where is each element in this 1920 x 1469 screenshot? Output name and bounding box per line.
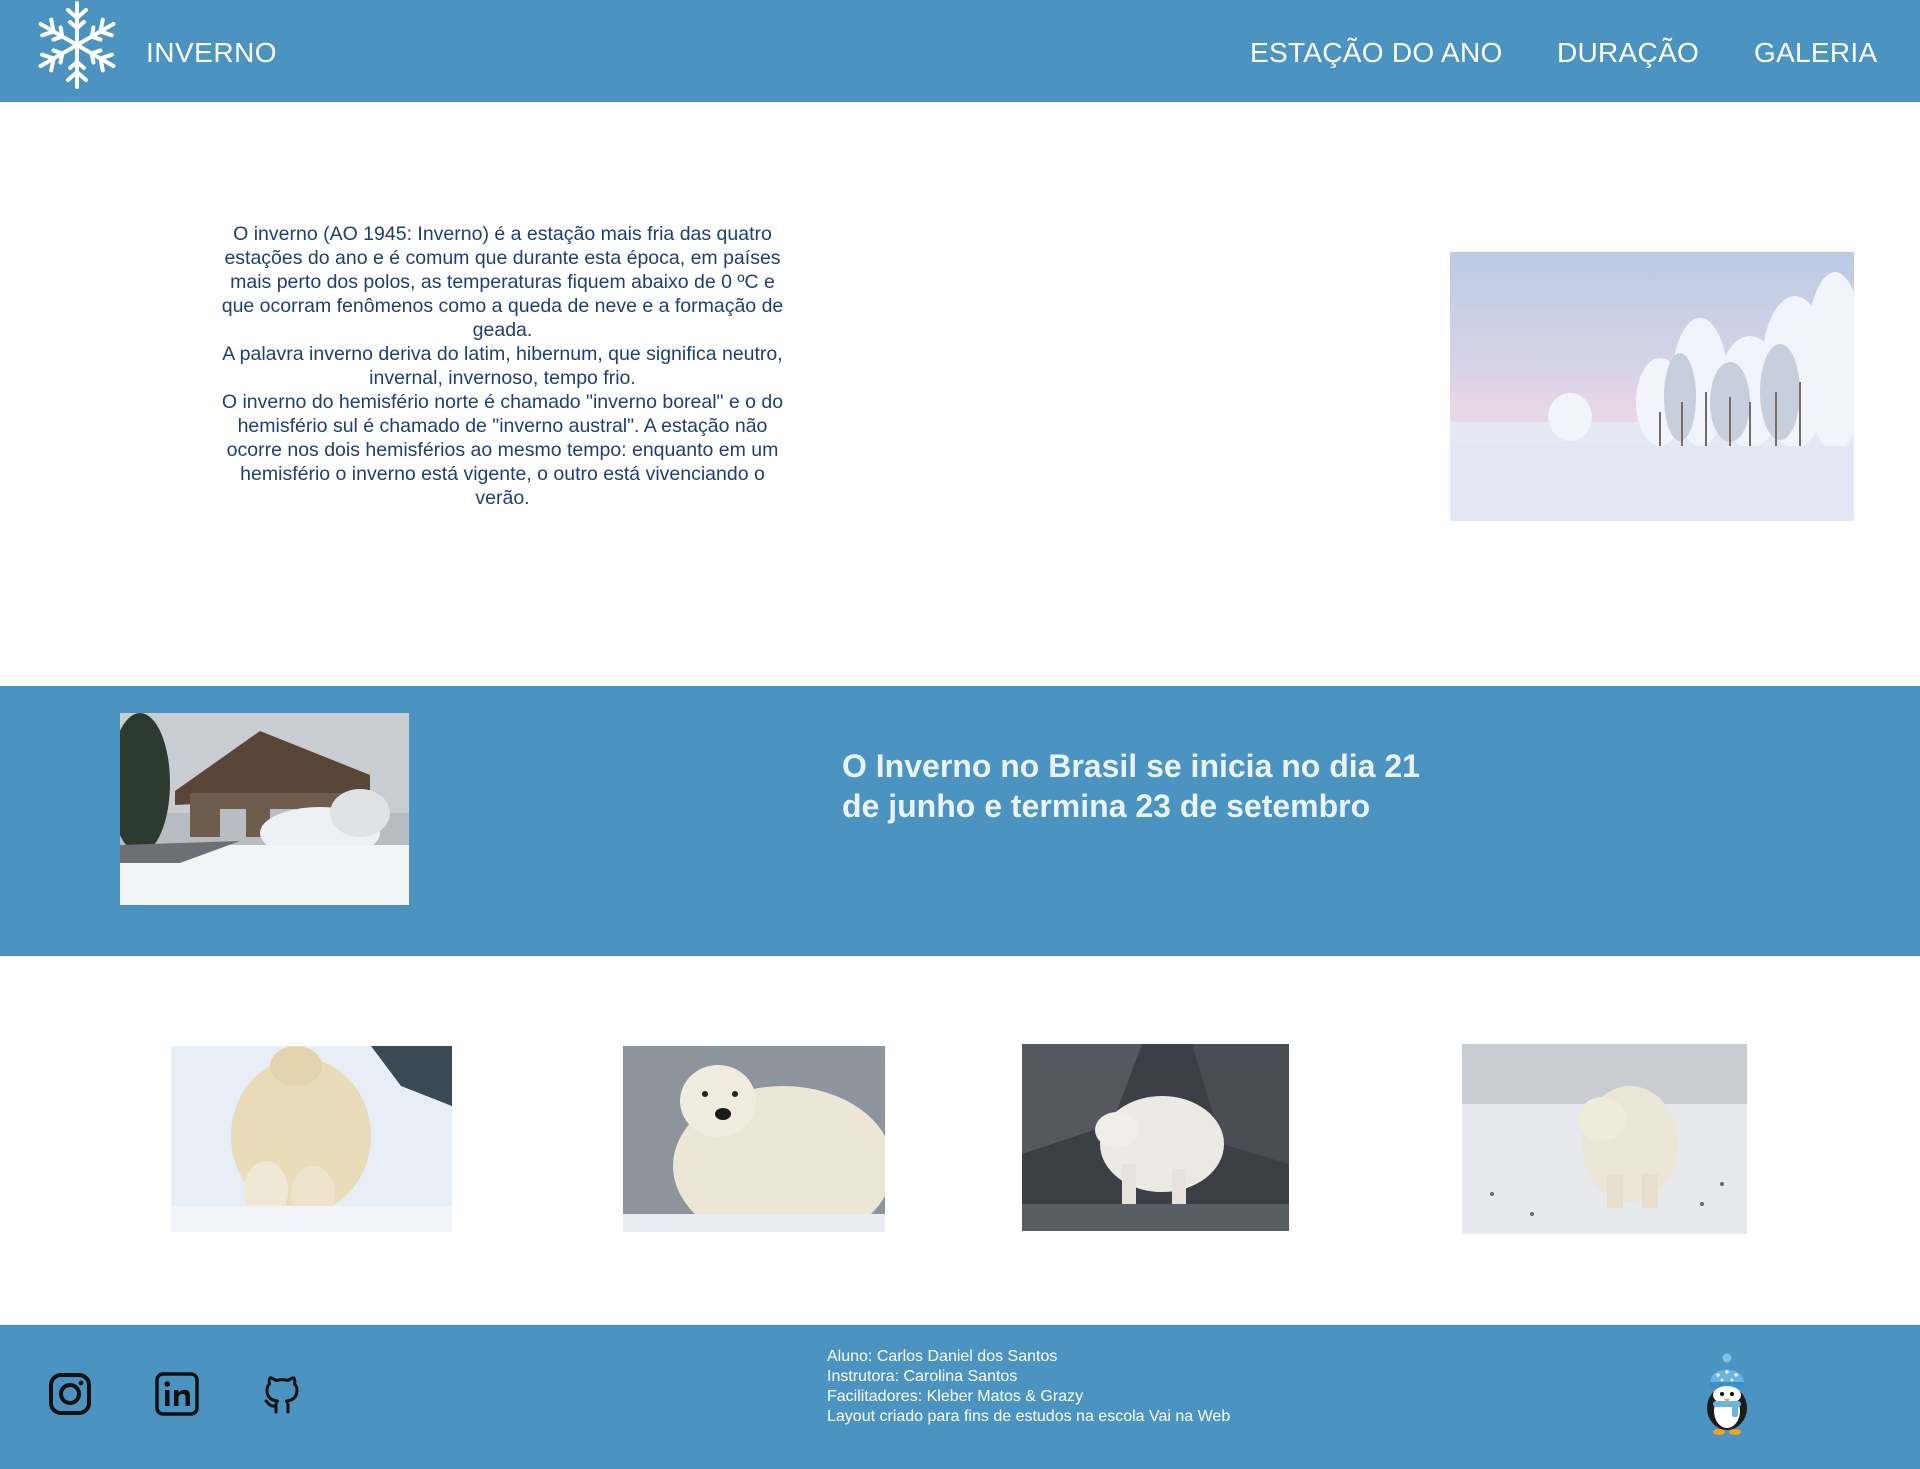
credit-instructor: Instrutora: Carolina Santos <box>827 1368 1018 1385</box>
nav-link-estacao-do-ano[interactable]: ESTAÇÃO DO ANO <box>1250 37 1503 69</box>
github-icon[interactable] <box>259 1371 305 1417</box>
instagram-icon[interactable] <box>47 1371 93 1417</box>
intro-text: O inverno (AO 1945: Inverno) é a estação… <box>215 222 790 510</box>
polar-bear-snow-image <box>1462 1044 1747 1234</box>
credit-note: Layout criado para fins de estudos na es… <box>827 1408 1231 1425</box>
linkedin-icon[interactable] <box>154 1371 200 1417</box>
polar-bear-cubs-image <box>171 1046 452 1232</box>
season-headline-line: O Inverno no Brasil se inicia no dia 21 <box>842 748 1420 784</box>
season-headline-line: de junho e termina 23 de setembro <box>842 788 1371 824</box>
intro-paragraph: O inverno do hemisfério norte é chamado … <box>221 391 784 509</box>
nav-link-galeria[interactable]: GALERIA <box>1754 37 1877 69</box>
polar-bear-rocks-image <box>1022 1044 1289 1231</box>
gramado-portal-image <box>120 713 409 905</box>
intro-paragraph: O inverno (AO 1945: Inverno) é a estação… <box>221 223 784 341</box>
credit-student: Aluno: Carlos Daniel dos Santos <box>827 1348 1058 1365</box>
credit-facilitators: Facilitadores: Kleber Matos & Grazy <box>827 1388 1084 1405</box>
snowy-forest-image <box>1450 252 1854 521</box>
intro-paragraph: A palavra inverno deriva do latim, hiber… <box>222 343 783 389</box>
penguin-icon <box>1698 1353 1756 1437</box>
site-header: INVERNO ESTAÇÃO DO ANO DURAÇÃO GALERIA <box>0 0 1920 102</box>
polar-bear-closeup-image <box>623 1046 885 1232</box>
footer-credits: Aluno: Carlos Daniel dos Santos Instruto… <box>827 1347 1230 1427</box>
nav-link-duracao[interactable]: DURAÇÃO <box>1557 37 1699 69</box>
site-brand[interactable]: INVERNO <box>146 37 277 69</box>
snowflake-icon[interactable] <box>32 0 122 90</box>
season-headline: O Inverno no Brasil se inicia no dia 21 … <box>842 746 1442 826</box>
